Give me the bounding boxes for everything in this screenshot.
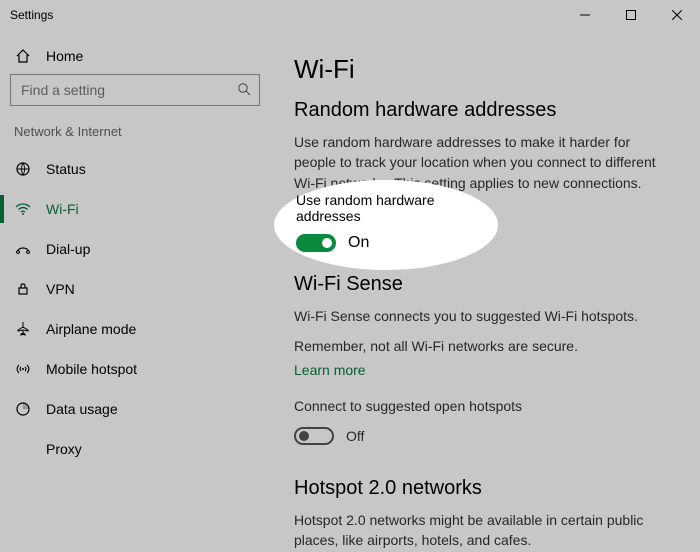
section-heading-wifi-sense: Wi-Fi Sense	[294, 273, 670, 296]
window-title: Settings	[10, 8, 53, 22]
sidebar-item-vpn[interactable]: VPN	[0, 269, 270, 309]
sidebar-item-dialup[interactable]: Dial-up	[0, 229, 270, 269]
search-input-container[interactable]	[10, 74, 260, 106]
sidebar-item-label: Data usage	[46, 401, 118, 417]
datausage-icon	[14, 401, 32, 417]
page-title: Wi-Fi	[294, 54, 670, 85]
sidebar-item-label: VPN	[46, 281, 75, 297]
titlebar: Settings	[0, 0, 700, 30]
nav-list: Status Wi-Fi Dial-up VPN	[0, 149, 270, 552]
sidebar-item-datausage[interactable]: Data usage	[0, 389, 270, 429]
sidebar-item-airplane[interactable]: Airplane mode	[0, 309, 270, 349]
status-icon	[14, 161, 32, 177]
connect-hotspots-state: Off	[346, 428, 364, 444]
wifi-icon	[14, 201, 32, 217]
close-button[interactable]	[654, 0, 700, 30]
section-heading-random-hw: Random hardware addresses	[294, 99, 670, 122]
connect-hotspots-label: Connect to suggested open hotspots	[294, 396, 670, 416]
random-hw-toggle-label: Use random hardware addresses	[296, 192, 476, 224]
sidebar-item-label: Status	[46, 161, 86, 177]
home-nav[interactable]: Home	[0, 40, 270, 74]
sidebar-item-proxy[interactable]: Proxy	[0, 429, 270, 469]
hotspot2-body: Hotspot 2.0 networks might be available …	[294, 510, 670, 551]
vpn-icon	[14, 281, 32, 297]
random-hw-toggle-state: On	[348, 234, 369, 252]
sidebar-item-label: Proxy	[46, 441, 82, 457]
search-icon	[237, 82, 251, 99]
section-heading-hotspot2: Hotspot 2.0 networks	[294, 477, 670, 500]
maximize-button[interactable]	[608, 0, 654, 30]
hotspot-icon	[14, 361, 32, 377]
wifi-sense-body1: Wi-Fi Sense connects you to suggested Wi…	[294, 306, 670, 326]
category-heading: Network & Internet	[0, 120, 270, 149]
random-hw-toggle[interactable]	[296, 234, 336, 252]
sidebar-item-status[interactable]: Status	[0, 149, 270, 189]
dialup-icon	[14, 241, 32, 257]
main-panel: Wi-Fi Random hardware addresses Use rand…	[270, 30, 700, 552]
connect-hotspots-toggle[interactable]	[294, 427, 334, 445]
learn-more-link[interactable]: Learn more	[294, 362, 670, 378]
sidebar-item-label: Airplane mode	[46, 321, 136, 337]
sidebar-item-label: Mobile hotspot	[46, 361, 137, 377]
sidebar-item-label: Wi-Fi	[46, 201, 79, 217]
wifi-sense-body2: Remember, not all Wi-Fi networks are sec…	[294, 336, 670, 356]
sidebar-item-wifi[interactable]: Wi-Fi	[0, 189, 270, 229]
home-label: Home	[46, 48, 83, 64]
sidebar: Home Network & Internet Status Wi-Fi	[0, 30, 270, 552]
airplane-icon	[14, 321, 32, 337]
sidebar-item-label: Dial-up	[46, 241, 90, 257]
minimize-button[interactable]	[562, 0, 608, 30]
search-input[interactable]	[19, 81, 237, 99]
home-icon	[14, 48, 32, 64]
highlight-ellipse: Use random hardware addresses On	[274, 180, 498, 270]
sidebar-item-hotspot[interactable]: Mobile hotspot	[0, 349, 270, 389]
